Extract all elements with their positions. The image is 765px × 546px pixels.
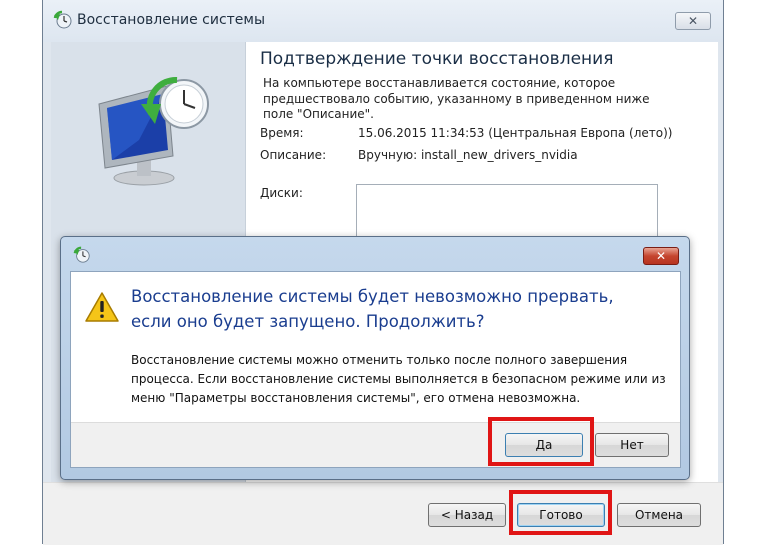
disks-list[interactable] — [356, 184, 658, 244]
description-label: Описание: — [260, 148, 327, 162]
system-restore-icon — [53, 10, 72, 29]
system-restore-icon — [73, 246, 90, 263]
dialog-main-instruction: Восстановление системы будет невозможно … — [131, 287, 614, 331]
dialog-close-button[interactable]: ✕ — [643, 247, 679, 265]
dialog-detail-text: Восстановление системы можно отменить то… — [131, 353, 666, 405]
monitor-clock-restore-icon — [98, 76, 209, 186]
window-close-button[interactable]: ✕ — [675, 12, 711, 30]
time-label: Время: — [260, 126, 304, 140]
no-button[interactable]: Нет — [595, 433, 669, 457]
window-title: Восстановление системы — [77, 12, 266, 28]
description-value: Вручную: install_new_drivers_nvidia — [358, 148, 578, 162]
page-title: Подтверждение точки восстановления — [260, 49, 614, 69]
confirmation-dialog: ✕ Восстановление системы будет невозможн… — [60, 236, 690, 480]
time-value: 15.06.2015 11:34:53 (Центральная Европа … — [358, 126, 673, 140]
disks-label: Диски: — [260, 186, 303, 200]
intro-text: На компьютере восстанавливается состояни… — [263, 76, 650, 121]
warning-triangle-icon — [85, 292, 119, 322]
yes-highlight-frame — [488, 417, 594, 466]
finish-highlight-frame — [509, 490, 612, 535]
wizard-button-bar: < Назад Готово Отмена — [43, 482, 723, 545]
title-bar: Восстановление системы ✕ — [43, 0, 723, 42]
back-button[interactable]: < Назад — [428, 503, 506, 527]
cancel-button[interactable]: Отмена — [617, 503, 701, 527]
